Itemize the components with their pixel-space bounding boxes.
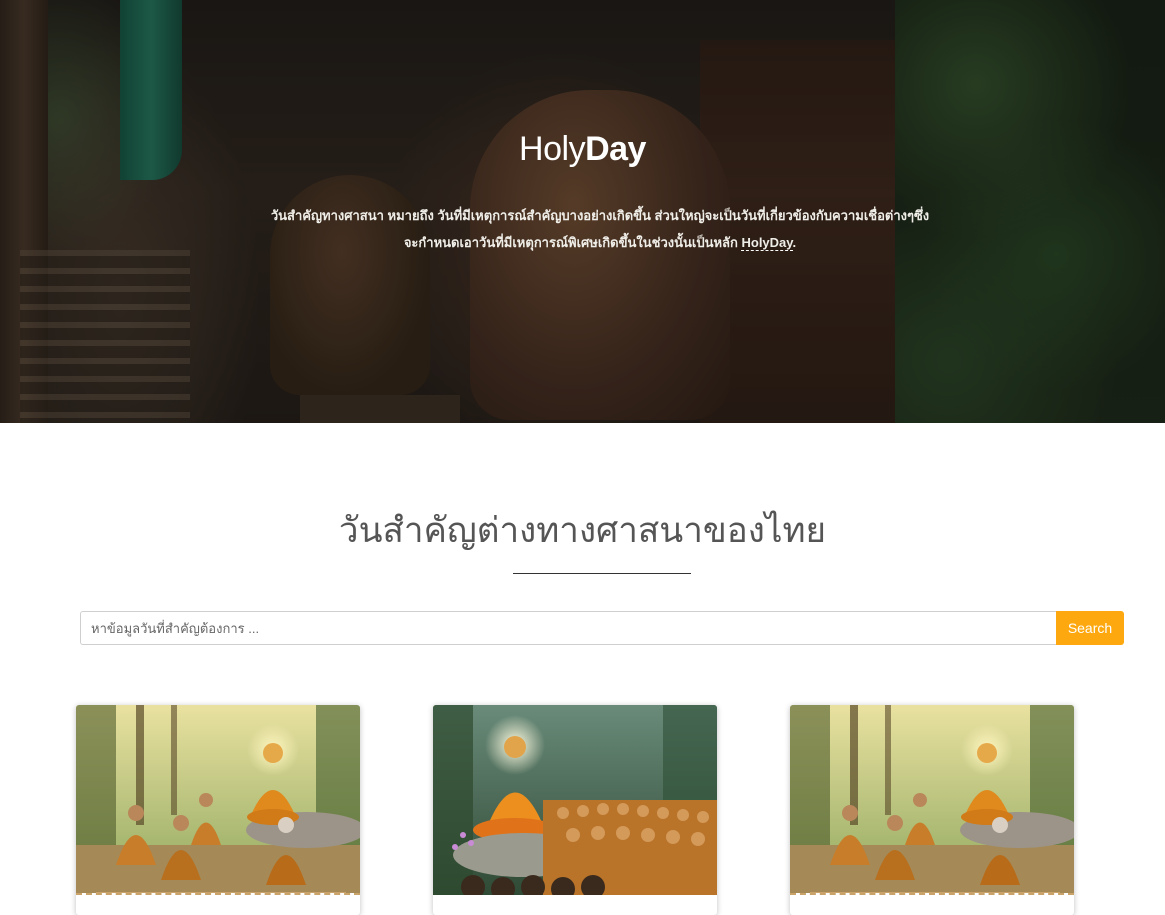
buddha-teaching-disciples-painting [790,705,1074,895]
hero-description-line2: จะกำหนดเอาวันที่มีเหตุการณ์พิเศษเกิดขึ้น… [403,235,738,250]
hero-banner: HolyDay วันสำคัญทางศาสนา หมายถึง วันที่ม… [0,0,1165,423]
site-title-bold: Day [585,130,646,168]
buddha-teaching-disciples-painting [76,705,360,895]
holiday-card[interactable] [790,705,1074,915]
buddha-with-assembled-monks-painting [433,705,717,895]
search-input[interactable] [80,611,1057,645]
hero-description-highlight: HolyDay [741,235,793,251]
hero-description: วันสำคัญทางศาสนา หมายถึง วันที่มีเหตุการ… [230,202,970,256]
section-title: วันสำคัญต่างทางศาสนาของไทย [338,511,827,550]
holiday-card[interactable] [76,705,360,915]
site-title-light: Holy [519,130,586,168]
site-title: HolyDay [0,130,1165,169]
hero-description-line1: วันสำคัญทางศาสนา หมายถึง วันที่มีเหตุการ… [270,208,930,223]
holiday-card[interactable] [433,705,717,915]
hero-description-end: . [792,235,797,250]
section-divider [513,573,691,574]
search-button[interactable]: Search [1056,611,1124,645]
